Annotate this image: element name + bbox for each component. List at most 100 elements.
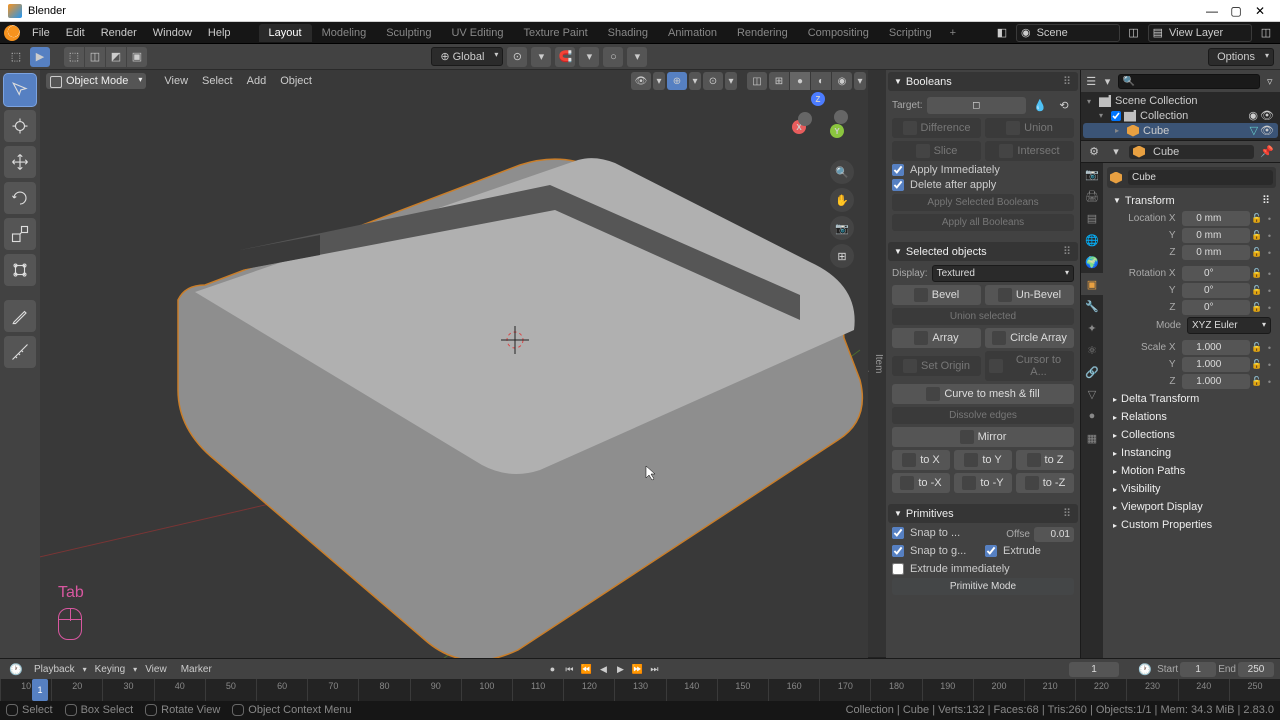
boolean-difference[interactable]: Difference (892, 118, 981, 138)
rot-z-lock[interactable]: 🔓 (1250, 301, 1263, 315)
workspace-shading[interactable]: Shading (598, 24, 658, 42)
circle-array-button[interactable]: Circle Array (985, 328, 1074, 348)
snap-to-check[interactable]: Snap to ... (892, 527, 1002, 539)
tree-scene-collection[interactable]: ▾Scene Collection (1083, 94, 1278, 108)
preview-range-icon[interactable]: 🕐 (1135, 659, 1155, 679)
prop-tab-material[interactable]: ● (1081, 405, 1103, 427)
collection-visibility-icon[interactable]: 👁 (1260, 109, 1274, 122)
workspace-sculpting[interactable]: Sculpting (376, 24, 441, 42)
close-button[interactable]: ✕ (1248, 4, 1272, 18)
timeline-view-menu[interactable]: View (139, 662, 173, 677)
boolean-slice[interactable]: Slice (892, 141, 981, 161)
outliner-filter-icon[interactable]: ▿ (1264, 72, 1276, 90)
tool-measure[interactable] (4, 336, 36, 368)
tool-annotate[interactable] (4, 300, 36, 332)
pivot-icon[interactable]: ⊙ (507, 47, 527, 67)
boolean-union[interactable]: Union (985, 118, 1074, 138)
menu-edit[interactable]: Edit (58, 25, 93, 41)
cube-mesh-icon[interactable]: ▽ (1250, 124, 1258, 137)
prop-tab-data[interactable]: ▽ (1081, 383, 1103, 405)
boolean-reset-icon[interactable]: ⟲ (1054, 95, 1074, 115)
motion-paths-section[interactable]: ▸Motion Paths (1107, 463, 1276, 479)
workspace-animation[interactable]: Animation (658, 24, 727, 42)
prop-tab-object[interactable]: ▣ (1081, 273, 1103, 295)
scene-name-field[interactable]: ◉ (1016, 24, 1120, 42)
rot-z-field[interactable]: 0° (1182, 300, 1251, 315)
primitive-mode-button[interactable]: Primitive Mode (892, 578, 1074, 595)
mirror-to-z[interactable]: to Z (1016, 450, 1074, 470)
scale-z-lock[interactable]: 🔓 (1250, 375, 1263, 389)
cube-visibility-icon[interactable]: 👁 (1260, 124, 1274, 137)
prop-tab-particle[interactable]: ✦ (1081, 317, 1103, 339)
autokey-toggle[interactable]: ● (544, 661, 560, 677)
mirror-to-x[interactable]: to X (892, 450, 950, 470)
jump-prev-key-icon[interactable]: ⏪ (578, 661, 594, 677)
loc-x-lock[interactable]: 🔓 (1250, 212, 1263, 226)
delta-transform-section[interactable]: ▸Delta Transform (1107, 391, 1276, 407)
visibility-section[interactable]: ▸Visibility (1107, 481, 1276, 497)
rot-x-lock[interactable]: 🔓 (1250, 267, 1263, 281)
outliner-mode-icon[interactable]: ▾ (1101, 72, 1113, 90)
tool-transform[interactable] (4, 254, 36, 286)
shading-solid[interactable]: ● (790, 72, 810, 90)
view3d-options[interactable]: Options (1208, 48, 1274, 66)
jump-start-icon[interactable]: ⏮ (561, 661, 577, 677)
loc-z-lock[interactable]: 🔓 (1250, 246, 1263, 260)
scene-browse-icon[interactable]: ◧ (992, 23, 1012, 43)
workspace-texture[interactable]: Texture Paint (513, 24, 597, 42)
minimize-button[interactable]: — (1200, 4, 1224, 18)
proportional-dropdown[interactable]: ▾ (627, 47, 647, 67)
workspace-add[interactable]: + (942, 24, 964, 42)
visibility-toggle[interactable]: 👁 (631, 72, 651, 90)
panel-selected-header[interactable]: ▼Selected objects⠿ (888, 242, 1078, 261)
tool-select-box[interactable] (4, 74, 36, 106)
scale-z-field[interactable]: 1.000 (1182, 374, 1251, 389)
nav-pan-icon[interactable]: ✋ (830, 188, 854, 212)
playhead[interactable]: 1 (32, 679, 48, 701)
properties-pin-icon[interactable]: ▾ (1107, 143, 1125, 161)
tool-cursor[interactable] (4, 110, 36, 142)
extrude-immediately-check[interactable]: Extrude immediately (892, 563, 1074, 575)
loc-z-field[interactable]: 0 mm (1182, 245, 1251, 260)
custom-props-section[interactable]: ▸Custom Properties (1107, 517, 1276, 533)
panel-primitives-header[interactable]: ▼Primitives⠿ (888, 504, 1078, 523)
end-frame[interactable]: 250 (1238, 662, 1274, 677)
visibility-dropdown[interactable]: ▾ (653, 72, 665, 90)
boolean-intersect[interactable]: Intersect (985, 141, 1074, 161)
apply-selected-booleans[interactable]: Apply Selected Booleans (892, 194, 1074, 211)
pivot-dropdown-icon[interactable]: ▾ (531, 47, 551, 67)
instancing-section[interactable]: ▸Instancing (1107, 445, 1276, 461)
workspace-uv[interactable]: UV Editing (441, 24, 513, 42)
jump-next-key-icon[interactable]: ⏩ (629, 661, 645, 677)
loc-y-field[interactable]: 0 mm (1182, 228, 1251, 243)
maximize-button[interactable]: ▢ (1224, 4, 1248, 18)
union-selected-button[interactable]: Union selected (892, 308, 1074, 325)
dissolve-edges-button[interactable]: Dissolve edges (892, 407, 1074, 424)
loc-y-lock[interactable]: 🔓 (1250, 229, 1263, 243)
workspace-compositing[interactable]: Compositing (798, 24, 879, 42)
select-mode-4[interactable]: ▣ (127, 47, 147, 67)
outliner-search[interactable] (1118, 74, 1260, 89)
play-reverse-icon[interactable]: ◀ (595, 661, 611, 677)
scale-x-lock[interactable]: 🔓 (1250, 341, 1263, 355)
mirror-to-nz[interactable]: to -Z (1016, 473, 1074, 493)
mirror-to-y[interactable]: to Y (954, 450, 1012, 470)
loc-x-field[interactable]: 0 mm (1182, 211, 1251, 226)
timeline-editor-icon[interactable]: 🕐 (6, 659, 26, 679)
mirror-to-nx[interactable]: to -X (892, 473, 950, 493)
gizmo-axis-z[interactable]: Z (811, 92, 825, 106)
transform-section[interactable]: ▼Transform⠿ (1107, 192, 1276, 209)
view3d-select-menu[interactable]: Select (196, 73, 239, 89)
properties-pin-button[interactable]: 📌 (1258, 143, 1276, 161)
overlay-toggle[interactable]: ⊙ (703, 72, 723, 90)
apply-all-booleans[interactable]: Apply all Booleans (892, 214, 1074, 231)
prop-tab-world[interactable]: 🌍 (1081, 251, 1103, 273)
gizmo-toggle[interactable]: ⊕ (667, 72, 687, 90)
jump-end-icon[interactable]: ⏭ (646, 661, 662, 677)
editor-type-icon[interactable]: ⬚ (6, 47, 26, 67)
gizmo-axis-nx[interactable] (834, 110, 848, 124)
prop-tab-texture[interactable]: ▦ (1081, 427, 1103, 449)
menu-file[interactable]: File (24, 25, 58, 41)
menu-window[interactable]: Window (145, 25, 200, 41)
snap-to-g-check[interactable]: Snap to g... (892, 545, 981, 557)
